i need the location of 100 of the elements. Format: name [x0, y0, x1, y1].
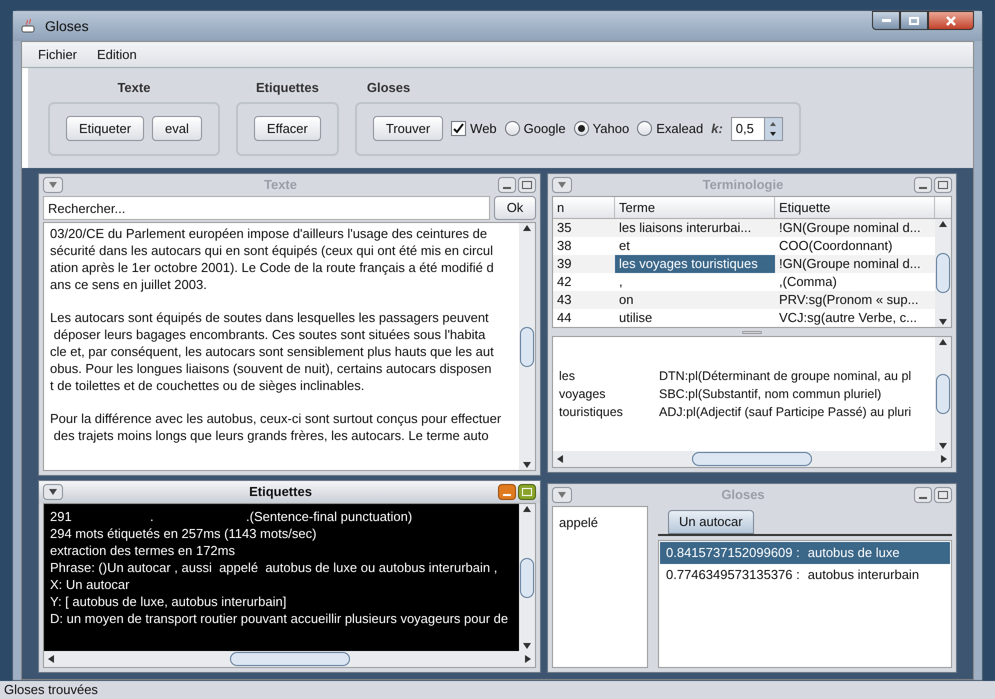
scroll-thumb[interactable] — [230, 652, 350, 666]
horizontal-scrollbar[interactable] — [44, 651, 535, 667]
vertical-scrollbar[interactable] — [519, 223, 535, 470]
detail-word: touristiques — [559, 404, 624, 421]
console-text: . — [150, 508, 155, 525]
minimize-icon — [919, 187, 927, 189]
tab[interactable]: Un autocar — [668, 510, 754, 534]
table-cell-text: !GN(Groupe nominal d... — [778, 219, 922, 237]
console-text: extraction des termes en 172ms — [50, 542, 236, 559]
table-row[interactable]: 35 les liaisons interurbai... !GN(Groupe nominal d... — [553, 219, 935, 237]
group-title: Etiquettes — [254, 79, 320, 97]
minimize-button[interactable] — [498, 177, 516, 193]
engine-radio[interactable]: Yahoo — [574, 118, 630, 138]
minimize-icon — [919, 497, 927, 499]
vertical-scrollbar[interactable] — [519, 504, 535, 651]
scroll-down-icon — [939, 319, 947, 325]
text-line: ation après le 1er octobre 2001). Le Code de la route français a été modifié d — [50, 259, 495, 276]
table-row[interactable]: 39 les voyages touristiques !GN(Groupe nominal d... — [553, 255, 935, 273]
table-row[interactable]: 43 on PRV:sg(Pronom « sup... — [553, 291, 935, 309]
detail-word: voyages — [559, 386, 607, 403]
menu-item[interactable]: Edition — [97, 44, 137, 64]
maximize-button[interactable] — [934, 487, 952, 503]
toolbar-button[interactable]: Etiqueter — [66, 116, 144, 141]
scroll-thumb[interactable] — [692, 452, 812, 466]
scroll-left-icon — [48, 655, 54, 663]
detail-tag: ADJ:pl(Adjectif (sauf Participe Passé) au pluri — [659, 403, 912, 421]
text-line: déposer leurs bagages encombrants. Ces soutes sont situées sous l'habita — [52, 326, 486, 343]
window-title: Gloses — [45, 16, 90, 36]
panel-menu-button[interactable] — [552, 487, 572, 503]
panel-title: Terminologie — [702, 176, 784, 194]
vertical-scrollbar[interactable] — [935, 337, 951, 451]
minimize-button[interactable] — [914, 177, 932, 193]
toolbar-button[interactable]: Trouver — [372, 116, 444, 141]
maximize-icon — [522, 488, 532, 496]
minimize-button[interactable] — [914, 487, 932, 503]
table-cell-text: COO(Coordonnant) — [778, 237, 894, 255]
engine-radio[interactable]: Exalead — [637, 118, 704, 138]
table-cell-text: 38 — [556, 237, 572, 255]
text-line: ans ce sens en juillet 2003. — [50, 276, 208, 293]
table-cell-text: ,(Comma) — [778, 273, 838, 291]
maximize-button[interactable] — [934, 177, 952, 193]
close-icon — [946, 16, 956, 26]
close-button[interactable] — [928, 11, 974, 30]
k-spinner[interactable]: 0,5 — [730, 116, 783, 140]
table-cell-text: PRV:sg(Pronom « sup... — [778, 291, 920, 309]
scroll-right-icon — [525, 655, 531, 663]
table-cell-text: VCJ:sg(autre Verbe, c... — [778, 309, 918, 327]
panel-menu-button[interactable] — [552, 177, 572, 193]
result-score: 0.7746349573135376 : — [666, 566, 800, 584]
maximize-button[interactable] — [518, 484, 536, 500]
spinner-value: 0,5 — [734, 120, 755, 138]
k-label: k: — [711, 120, 723, 138]
column-header[interactable]: Etiquette — [775, 197, 935, 218]
list-item[interactable]: appelé — [559, 513, 641, 532]
panel-title: Texte — [263, 176, 298, 194]
scroll-thumb[interactable] — [520, 326, 534, 366]
table-cell-text: , — [618, 273, 624, 291]
scroll-thumb[interactable] — [936, 374, 950, 414]
column-header[interactable]: n — [553, 197, 615, 218]
scroll-up-icon — [939, 221, 947, 227]
table-cell-text: 39 — [556, 255, 572, 273]
table-cell-text: et — [618, 237, 631, 255]
console-text: 294 mots étiquetés en 257ms (1143 mots/sec) — [50, 525, 318, 542]
text-line: des trajets moins longs que leurs grands frères, les autocars. Le terme auto — [52, 427, 490, 444]
scroll-up-icon — [523, 225, 531, 231]
table-cell-text: les liaisons interurbai... — [618, 219, 752, 237]
table-cell-text: 35 — [556, 219, 572, 237]
text-line: sécurité dans les autocars qui en sont équipés (ceux qui ont été mis en circul — [50, 242, 494, 259]
scroll-thumb[interactable] — [936, 253, 950, 293]
menu-item[interactable]: Fichier — [38, 44, 78, 64]
maximize-window-button[interactable] — [900, 11, 928, 30]
scroll-thumb[interactable] — [520, 558, 534, 598]
maximize-button[interactable] — [518, 177, 536, 193]
column-header[interactable]: Terme — [615, 197, 775, 218]
web-checkbox[interactable]: Web — [451, 118, 497, 138]
panel-menu-button[interactable] — [43, 484, 63, 500]
toolbar-button[interactable]: eval — [152, 116, 202, 141]
group-title: Gloses — [366, 79, 412, 97]
horizontal-scrollbar[interactable] — [553, 451, 951, 467]
console-text: D: un moyen de transport routier pouvant accueillir plusieurs voyageurs pour de — [50, 610, 510, 627]
panel-menu-button[interactable] — [43, 177, 63, 193]
result-item[interactable]: 0.8415737152099609 : autobus de luxe — [660, 542, 950, 564]
minimize-button[interactable] — [498, 484, 516, 500]
result-item[interactable]: 0.7746349573135376 : autobus interurbain — [660, 564, 950, 586]
engine-radio[interactable]: Google — [504, 118, 566, 138]
maximize-icon — [522, 181, 532, 189]
scroll-down-icon — [523, 643, 531, 649]
result-text: autobus de luxe — [808, 544, 900, 562]
table-cell-text: !GN(Groupe nominal d... — [778, 255, 922, 273]
caret-icon — [49, 182, 57, 188]
text-line: Pour la différence avec les autobus, ceux-ci sont surtout conçus pour effectuer — [50, 410, 502, 427]
result-score: 0.8415737152099609 : — [666, 544, 800, 562]
text-line: 03/20/CE du Parlement européen impose d'ailleurs l'usage des ceintures de — [50, 225, 488, 242]
console-text: X: Un autocar — [50, 576, 130, 593]
search-field[interactable]: Rechercher... — [43, 196, 490, 220]
caret-icon — [49, 489, 57, 495]
minimize-window-button[interactable] — [872, 11, 900, 30]
ok-button[interactable]: Ok — [494, 196, 536, 220]
vertical-scrollbar[interactable] — [935, 219, 951, 327]
toolbar-button[interactable]: Effacer — [254, 116, 321, 141]
